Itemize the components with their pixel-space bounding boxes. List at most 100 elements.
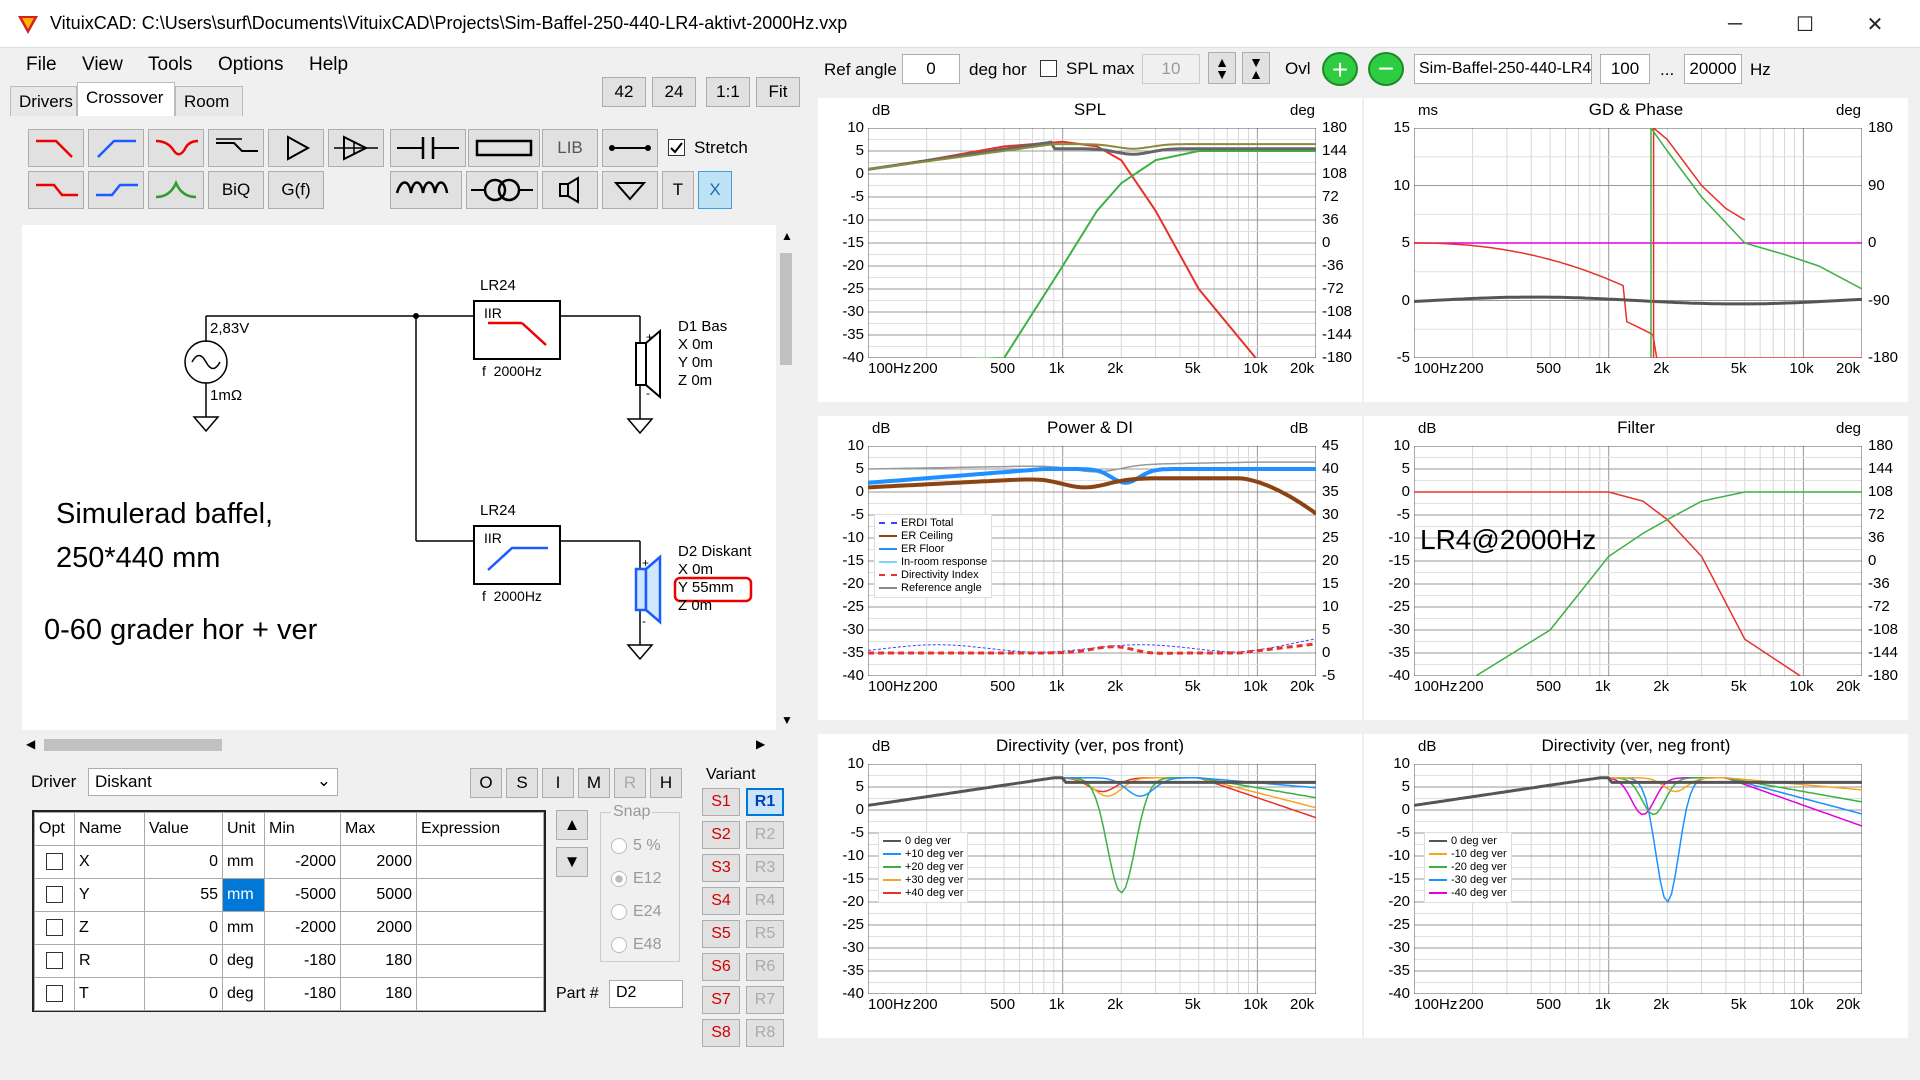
remove-overlay-button[interactable]: − [1368, 52, 1404, 86]
cell-min[interactable]: -180 [264, 977, 341, 1011]
chart-gd[interactable]: GD & Phase ms deg 15 10 5 0 -5 180 90 0 -90 -180 100H… [1364, 98, 1908, 402]
wire-tool-button[interactable] [602, 129, 658, 167]
variant-s6-button[interactable]: S6 [702, 953, 740, 981]
scroll-up-icon[interactable]: ▲ [781, 229, 793, 243]
opt-checkbox[interactable] [46, 886, 63, 904]
snap-e48-radio[interactable]: E48 [611, 936, 661, 954]
variant-r3-button[interactable]: R3 [746, 854, 784, 882]
x-tool-button[interactable]: X [698, 171, 732, 209]
resistor-tool-button[interactable] [468, 129, 540, 167]
scroll-left-icon[interactable]: ◀ [26, 737, 35, 751]
zoom-fit-button[interactable]: Fit [756, 77, 800, 107]
table-row[interactable]: R 0 deg -180 180 [34, 944, 544, 978]
variant-s4-button[interactable]: S4 [702, 887, 740, 915]
variant-s1-button[interactable]: S1 [702, 788, 740, 816]
spl-max-spin-button[interactable]: ▲ ▼ [1208, 52, 1236, 84]
spl-max-checkbox[interactable] [1040, 60, 1057, 77]
cell-expression[interactable] [416, 878, 544, 912]
cell-value[interactable]: 0 [144, 911, 223, 945]
cell-value[interactable]: 0 [144, 977, 223, 1011]
menu-help[interactable]: Help [309, 54, 348, 76]
cell-min[interactable]: -2000 [264, 911, 341, 945]
cell-min[interactable]: -180 [264, 944, 341, 978]
shelf-tool-button[interactable] [208, 129, 264, 167]
cell-value[interactable]: 55 [144, 878, 223, 912]
menu-options[interactable]: Options [218, 54, 283, 76]
maximize-button[interactable]: ☐ [1770, 0, 1840, 48]
menu-file[interactable]: File [26, 54, 57, 76]
add-overlay-button[interactable]: + [1322, 52, 1358, 86]
menu-view[interactable]: View [82, 54, 123, 76]
driver-btn-r[interactable]: R [614, 768, 646, 798]
snap-e12-radio[interactable]: E12 [611, 870, 661, 888]
cell-expression[interactable] [416, 944, 544, 978]
stretch-checkbox[interactable] [668, 139, 685, 156]
variant-s7-button[interactable]: S7 [702, 986, 740, 1014]
driver-btn-m[interactable]: M [578, 768, 610, 798]
table-row[interactable]: X 0 mm -2000 2000 [34, 845, 544, 879]
menu-tools[interactable]: Tools [148, 54, 192, 76]
zoom-42-button[interactable]: 42 [602, 77, 646, 107]
zoom-24-button[interactable]: 24 [652, 77, 696, 107]
driver-btn-i[interactable]: I [542, 768, 574, 798]
snap-5pct-radio[interactable]: 5 % [611, 837, 661, 855]
spl-max-input[interactable]: 10 [1142, 54, 1200, 84]
cell-max[interactable]: 2000 [340, 845, 417, 879]
variant-r1-button[interactable]: R1 [746, 788, 784, 816]
project-name-input[interactable]: Sim-Baffel-250-440-LR4 [1414, 54, 1592, 84]
highpass-tool-button[interactable] [88, 129, 144, 167]
chart-power[interactable]: Power & DI dB dB 10 5 0 -5 -10 -15 -20 -25 -30 -35 -4… [818, 416, 1362, 720]
cell-max[interactable]: 180 [340, 944, 417, 978]
cell-min[interactable]: -5000 [264, 878, 341, 912]
part-input[interactable]: D2 [609, 980, 683, 1008]
opt-checkbox[interactable] [46, 952, 63, 970]
ref-angle-input[interactable]: 0 [902, 54, 960, 84]
peak-tool-button[interactable] [148, 171, 204, 209]
variant-r6-button[interactable]: R6 [746, 953, 784, 981]
close-button[interactable]: ✕ [1840, 0, 1910, 48]
driver-select[interactable]: Diskant ⌄ [88, 768, 338, 796]
variant-s8-button[interactable]: S8 [702, 1019, 740, 1047]
opt-checkbox[interactable] [46, 985, 63, 1003]
cell-max[interactable]: 2000 [340, 911, 417, 945]
variant-r5-button[interactable]: R5 [746, 920, 784, 948]
hourglass-button[interactable]: ▼ ▲ [1242, 52, 1270, 84]
cell-max[interactable]: 180 [340, 977, 417, 1011]
tab-crossover[interactable]: Crossover [77, 82, 175, 116]
cell-max[interactable]: 5000 [340, 878, 417, 912]
schematic-canvas[interactable]: + - + - 2,83V 1mΩ LR24 IIR f 2000Hz LR24… [22, 225, 776, 730]
opt-checkbox[interactable] [46, 853, 63, 871]
variant-r8-button[interactable]: R8 [746, 1019, 784, 1047]
driver-btn-o[interactable]: O [470, 768, 502, 798]
delay-tool-button[interactable] [328, 129, 384, 167]
zoom-1to1-button[interactable]: 1:1 [706, 77, 750, 107]
minimize-button[interactable]: ─ [1700, 0, 1770, 48]
opt-checkbox[interactable] [46, 919, 63, 937]
scroll-down-icon[interactable]: ▼ [781, 713, 793, 727]
cell-value[interactable]: 0 [144, 845, 223, 879]
variant-r7-button[interactable]: R7 [746, 986, 784, 1014]
speaker-tool-button[interactable] [542, 171, 598, 209]
capacitor-tool-button[interactable] [390, 129, 466, 167]
schematic-vscrollbar[interactable]: ▲ ▼ [776, 225, 796, 730]
lowpass2-tool-button[interactable] [28, 171, 84, 209]
variant-s3-button[interactable]: S3 [702, 854, 740, 882]
freq-min-input[interactable]: 100 [1600, 54, 1650, 84]
scroll-right-icon[interactable]: ▶ [756, 737, 765, 751]
schematic-hscrollbar[interactable]: ◀ ▶ [22, 735, 776, 755]
tab-room[interactable]: Room [175, 86, 243, 116]
highpass2-tool-button[interactable] [88, 171, 144, 209]
variant-s2-button[interactable]: S2 [702, 821, 740, 849]
variant-r2-button[interactable]: R2 [746, 821, 784, 849]
driver-btn-s[interactable]: S [506, 768, 538, 798]
ground-tool-button[interactable] [602, 171, 658, 209]
table-row[interactable]: Y 55 mm -5000 5000 [34, 878, 544, 912]
cell-expression[interactable] [416, 911, 544, 945]
chart-dir-pos[interactable]: Directivity (ver, pos front) dB 10 5 0 -5 -10 -… [818, 734, 1362, 1038]
gf-button[interactable]: G(f) [268, 171, 324, 209]
chart-filter[interactable]: Filter dB deg 10 5 0 -5 -10 -15 -20 -25 -30 -35 -40 18… [1364, 416, 1908, 720]
lowpass-tool-button[interactable] [28, 129, 84, 167]
cell-expression[interactable] [416, 845, 544, 879]
driver-btn-h[interactable]: H [650, 768, 682, 798]
table-row[interactable]: Z 0 mm -2000 2000 [34, 911, 544, 945]
